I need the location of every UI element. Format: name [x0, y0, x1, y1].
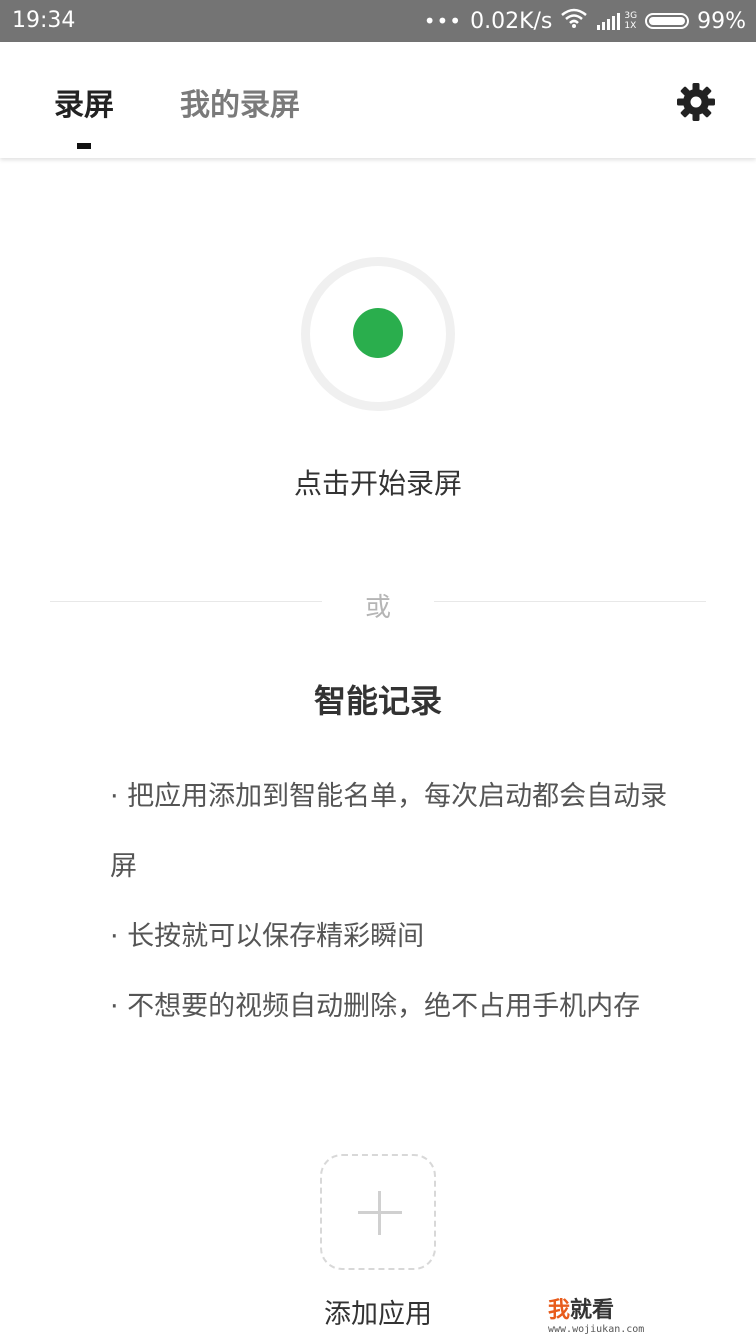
status-right: ••• 0.02K/s 3G 1X 99%	[424, 8, 746, 34]
wifi-icon	[560, 7, 588, 35]
watermark-rest: 就看	[570, 1298, 615, 1323]
battery-icon	[645, 13, 690, 29]
record-label[interactable]: 点击开始录屏	[0, 462, 756, 502]
feature-item: · 把应用添加到智能名单，每次启动都会自动录屏	[110, 781, 668, 882]
record-button[interactable]	[353, 308, 403, 358]
signal-group: 3G 1X	[596, 10, 637, 32]
network-type-top: 3G	[624, 11, 638, 21]
watermark-wo: 我	[548, 1298, 571, 1323]
tab-record[interactable]: 录屏	[54, 80, 114, 124]
add-app-button[interactable]	[320, 1154, 436, 1270]
or-divider-text: 或	[364, 593, 391, 623]
status-time: 19:34	[12, 8, 76, 33]
notification-dots: •••	[423, 9, 463, 33]
status-bar: 19:34 ••• 0.02K/s 3G 1X 99%	[0, 0, 756, 42]
feature-list: · 把应用添加到智能名单，每次启动都会自动录屏 · 长按就可以保存精彩瞬间 · …	[110, 762, 670, 1042]
watermark-url: www.wojiukan.com	[548, 1324, 645, 1335]
plus-vertical	[378, 1191, 381, 1235]
network-type-bottom: 1X	[624, 21, 637, 31]
network-type: 3G 1X	[624, 11, 637, 31]
feature-item: · 不想要的视频自动删除，绝不占用手机内存	[110, 991, 641, 1022]
divider-right	[434, 601, 706, 602]
watermark: 我就看 www.wojiukan.com	[548, 1292, 644, 1335]
smart-record-title: 智能记录	[313, 682, 442, 720]
active-tab-indicator	[77, 143, 91, 149]
app-header: 录屏 我的录屏	[0, 42, 756, 158]
battery-fill	[649, 17, 685, 25]
net-speed: 0.02K/s	[470, 8, 553, 34]
watermark-logo: 我就看	[548, 1292, 644, 1324]
signal-icon	[597, 13, 621, 30]
settings-button[interactable]	[676, 82, 716, 122]
battery-percent: 99%	[697, 8, 746, 34]
gear-icon	[677, 83, 715, 121]
tab-my-recordings[interactable]: 我的录屏	[180, 80, 300, 124]
feature-item: · 长按就可以保存精彩瞬间	[110, 921, 425, 952]
